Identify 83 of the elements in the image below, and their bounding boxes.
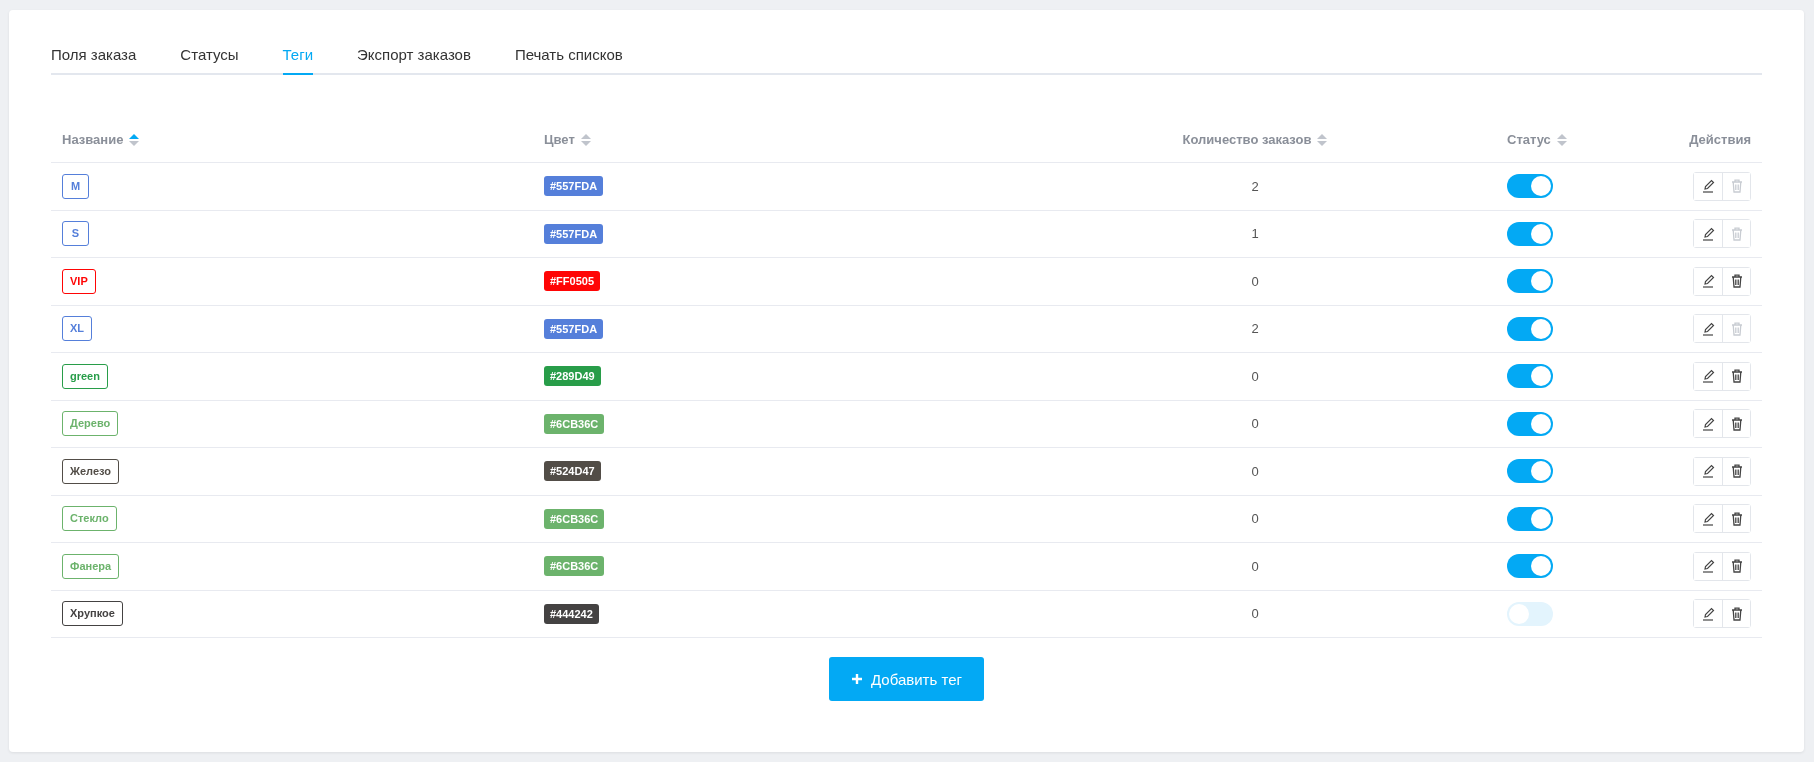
color-chip: #444242 bbox=[544, 603, 599, 624]
column-header[interactable]: Название bbox=[62, 132, 124, 147]
color-chip: #FF0505 bbox=[544, 271, 601, 292]
status-toggle[interactable] bbox=[1507, 316, 1553, 341]
trash-icon bbox=[1730, 369, 1743, 384]
order-count: 0 bbox=[1251, 606, 1259, 622]
tag-label: XL bbox=[62, 316, 93, 342]
tab[interactable]: Поля заказа bbox=[51, 34, 137, 75]
pencil-icon bbox=[1701, 511, 1715, 526]
trash-icon bbox=[1730, 464, 1743, 479]
trash-icon bbox=[1730, 559, 1743, 574]
sort-icon bbox=[580, 133, 591, 146]
pencil-icon bbox=[1701, 464, 1715, 479]
color-chip: #6CB36C bbox=[544, 556, 605, 577]
tab[interactable]: Теги bbox=[282, 34, 314, 75]
status-toggle[interactable] bbox=[1507, 269, 1553, 294]
column-header[interactable]: Количество заказов bbox=[1182, 132, 1312, 147]
trash-icon bbox=[1730, 321, 1743, 336]
trash-icon bbox=[1730, 274, 1743, 289]
order-count: 0 bbox=[1251, 416, 1259, 432]
status-toggle[interactable] bbox=[1507, 364, 1553, 389]
tag-label: S bbox=[62, 221, 89, 247]
color-chip: #557FDA bbox=[544, 176, 604, 197]
status-toggle[interactable] bbox=[1507, 411, 1553, 436]
order-count: 1 bbox=[1251, 226, 1259, 242]
delete-button[interactable] bbox=[1722, 410, 1750, 438]
color-chip: #6CB36C bbox=[544, 508, 605, 529]
column-header: Действия bbox=[1689, 132, 1751, 147]
pencil-icon bbox=[1701, 321, 1715, 336]
order-count: 0 bbox=[1251, 463, 1259, 479]
tag-label: Железо bbox=[62, 458, 119, 484]
tab[interactable]: Печать списков bbox=[514, 34, 623, 75]
status-toggle[interactable] bbox=[1507, 459, 1553, 484]
status-toggle[interactable] bbox=[1507, 174, 1553, 199]
order-count: 0 bbox=[1251, 558, 1259, 574]
delete-button[interactable] bbox=[1722, 600, 1750, 628]
tag-label: Фанера bbox=[62, 553, 120, 579]
pencil-icon bbox=[1701, 416, 1715, 431]
pencil-icon bbox=[1701, 369, 1715, 384]
color-chip: #557FDA bbox=[544, 318, 604, 339]
color-chip: #6CB36C bbox=[544, 413, 605, 434]
trash-icon bbox=[1730, 416, 1743, 431]
tag-label: Стекло bbox=[62, 506, 117, 532]
order-count: 2 bbox=[1251, 321, 1259, 337]
sort-icon bbox=[1556, 133, 1567, 146]
pencil-icon bbox=[1701, 559, 1715, 574]
column-header[interactable]: Цвет bbox=[544, 132, 575, 147]
delete-button[interactable] bbox=[1722, 457, 1750, 485]
color-chip: #557FDA bbox=[544, 223, 604, 244]
tag-label: Дерево bbox=[62, 411, 119, 437]
order-count: 0 bbox=[1251, 511, 1259, 527]
tag-label: M bbox=[62, 173, 89, 199]
status-toggle[interactable] bbox=[1507, 601, 1553, 626]
order-count: 0 bbox=[1251, 368, 1259, 384]
plus-icon bbox=[851, 673, 863, 685]
trash-icon bbox=[1730, 511, 1743, 526]
delete-button[interactable] bbox=[1722, 552, 1750, 580]
delete-button[interactable] bbox=[1722, 267, 1750, 295]
color-chip: #524D47 bbox=[544, 461, 601, 482]
pencil-icon bbox=[1701, 274, 1715, 289]
column-header[interactable]: Статус bbox=[1507, 132, 1551, 147]
tag-label: Хрупкое bbox=[62, 601, 123, 627]
tag-label: green bbox=[62, 363, 108, 389]
status-toggle[interactable] bbox=[1507, 506, 1553, 531]
status-toggle[interactable] bbox=[1507, 554, 1553, 579]
pencil-icon bbox=[1701, 226, 1715, 241]
tab[interactable]: Экспорт заказов bbox=[357, 34, 471, 75]
sort-icon bbox=[1317, 133, 1328, 146]
delete-button[interactable] bbox=[1722, 362, 1750, 390]
pencil-icon bbox=[1701, 179, 1715, 194]
trash-icon bbox=[1730, 179, 1743, 194]
tab[interactable]: Статусы bbox=[180, 34, 239, 75]
add-tag-button[interactable]: Добавить тег bbox=[829, 657, 984, 701]
delete-button[interactable] bbox=[1722, 505, 1750, 533]
status-toggle[interactable] bbox=[1507, 221, 1553, 246]
order-count: 0 bbox=[1251, 273, 1259, 289]
pencil-icon bbox=[1701, 606, 1715, 621]
order-count: 2 bbox=[1251, 178, 1259, 194]
color-chip: #289D49 bbox=[544, 366, 601, 387]
sort-icon bbox=[129, 133, 140, 146]
trash-icon bbox=[1730, 226, 1743, 241]
tag-label: VIP bbox=[62, 268, 96, 294]
trash-icon bbox=[1730, 606, 1743, 621]
